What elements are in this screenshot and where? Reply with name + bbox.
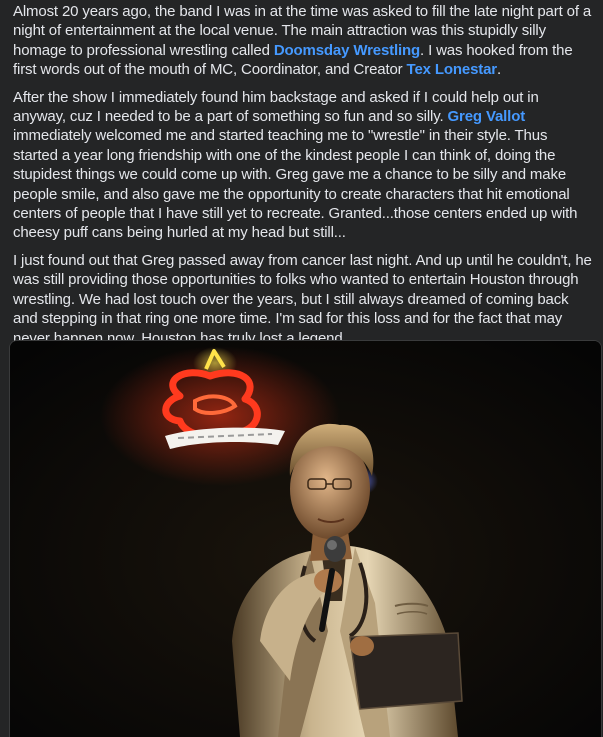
post-paragraph: After the show I immediately found him b… bbox=[13, 88, 593, 243]
post-text-segment: . bbox=[497, 61, 502, 79]
post-paragraph: I just found out that Greg passed away f… bbox=[13, 251, 593, 348]
post-text-segment: I just found out that Greg passed away f… bbox=[13, 251, 592, 347]
post-photo[interactable] bbox=[9, 340, 602, 737]
post-paragraph: Almost 20 years ago, the band I was in a… bbox=[13, 2, 593, 80]
facebook-post: Almost 20 years ago, the band I was in a… bbox=[0, 0, 603, 737]
post-text-segment: immediately welcomed me and started teac… bbox=[13, 127, 578, 242]
mention-link-greg-vallot[interactable]: Greg Vallot bbox=[448, 108, 526, 125]
mention-link-tex-lonestar[interactable]: Tex Lonestar bbox=[407, 61, 498, 78]
clipboard-icon bbox=[349, 632, 463, 710]
photo-image bbox=[10, 341, 601, 737]
post-text: Almost 20 years ago, the band I was in a… bbox=[13, 2, 593, 383]
mention-link-doomsday-wrestling[interactable]: Doomsday Wrestling bbox=[274, 42, 420, 59]
